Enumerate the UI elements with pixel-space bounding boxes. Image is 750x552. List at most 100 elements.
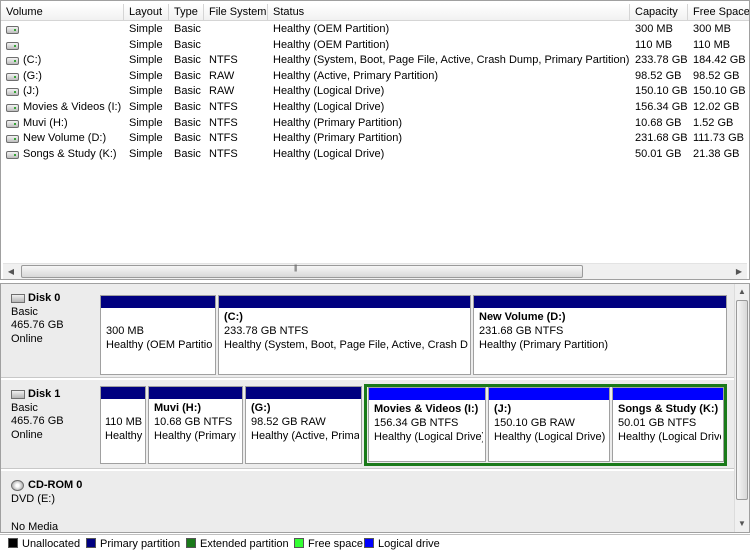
disk-0-row[interactable]: Disk 0 Basic 465.76 GB Online 300 MB Hea… [1,284,734,378]
volume-status: Healthy (Primary Partition) [273,132,402,145]
table-row[interactable]: (C:) Simple Basic NTFS Healthy (System, … [1,53,749,69]
column-free-space[interactable]: Free Space [688,4,749,21]
disk-name: CD-ROM 0 [28,479,83,491]
volume-name: New Volume (D:) [23,132,107,145]
volume-status: Healthy (Active, Primary Partition) [273,69,439,82]
scroll-left-icon[interactable]: ◀ [3,264,19,279]
table-row[interactable]: Simple Basic Healthy (OEM Partition) 110… [1,38,749,54]
volume-free-space: 111.73 GB [693,132,744,145]
volume-layout: Simple [129,116,163,129]
partition-k[interactable]: Songs & Study (K:) 50.01 GB NTFS Healthy… [612,387,724,462]
legend: Unallocated Primary partition Extended p… [0,534,750,552]
partition-size: 50.01 GB NTFS [618,417,697,429]
partition-size: 231.68 GB NTFS [479,325,564,337]
partition-size: 98.52 GB RAW [251,416,326,428]
disk-media: No Media [11,521,59,533]
volume-file-system: RAW [209,69,235,82]
legend-label: Free space [308,538,364,550]
legend-swatch [86,538,96,548]
column-type[interactable]: Type [169,4,204,21]
vertical-scroll-thumb[interactable] [736,300,748,500]
volume-status: Healthy (OEM Partition) [273,23,390,35]
column-capacity[interactable]: Capacity [630,4,688,21]
column-layout[interactable]: Layout [124,4,169,21]
disk-state: Online [11,428,43,441]
partition-h[interactable]: Muvi (H:) 10.68 GB NTFS Healthy (Primary… [148,386,243,464]
partition-name: (C:) [224,311,243,323]
partition-name [105,401,143,415]
cd-rom-icon [11,480,24,491]
table-row[interactable]: Muvi (H:) Simple Basic NTFS Healthy (Pri… [1,116,749,132]
volume-name [1,22,124,38]
volume-type: Basic [174,38,201,51]
volume-free-space: 98.52 GB [693,69,740,82]
partition-status: Healthy (Logical Drive) [494,431,606,443]
partition-size: 150.10 GB RAW [494,417,575,429]
disk-type: DVD (E:) [11,492,55,505]
cd-rom-0-info[interactable]: CD-ROM 0 DVD (E:) No Media [11,479,96,533]
partition-d[interactable]: New Volume (D:) 231.68 GB NTFS Healthy (… [473,295,727,375]
volume-layout: Simple [129,132,163,145]
disk-1-info[interactable]: Disk 1 Basic 465.76 GB Online [11,388,96,442]
scroll-right-icon[interactable]: ▶ [731,264,747,279]
table-row[interactable]: New Volume (D:) Simple Basic NTFS Health… [1,131,749,147]
volume-capacity: 98.52 GB [635,69,682,82]
partition-bar [101,296,215,308]
partition-status: Healthy (Logical Drive) [618,431,721,443]
column-status[interactable]: Status [268,4,630,21]
volume-layout: Simple [129,85,163,98]
partition-i[interactable]: Movies & Videos (I:) 156.34 GB NTFS Heal… [368,387,486,462]
partition-bar [489,388,609,400]
legend-label: Logical drive [378,538,440,550]
volume-layout: Simple [129,23,163,35]
legend-swatch [186,538,196,548]
disk-state: Online [11,332,43,345]
table-row[interactable]: (J:) Simple Basic RAW Healthy (Logical D… [1,84,749,100]
vertical-scrollbar[interactable]: ▲ ▼ [734,284,749,532]
volume-type: Basic [174,23,201,35]
partition-bar [101,387,145,399]
partition-c[interactable]: (C:) 233.78 GB NTFS Healthy (System, Boo… [218,295,471,375]
partition-name: New Volume (D:) [479,311,566,323]
volume-status: Healthy (Logical Drive) [273,100,385,113]
partition-size: 110 MB [105,416,143,428]
table-row[interactable]: Simple Basic Healthy (OEM Partition) 300… [1,22,749,38]
volume-capacity: 300 MB [635,23,673,35]
partition-oem-300mb[interactable]: 300 MB Healthy (OEM Partition) [100,295,216,375]
scroll-up-icon[interactable]: ▲ [735,284,749,300]
column-volume[interactable]: Volume [1,4,124,21]
volume-name: Muvi (H:) [23,116,68,129]
partition-j[interactable]: (J:) 150.10 GB RAW Healthy (Logical Driv… [488,387,610,462]
partition-oem-110mb[interactable]: 110 MB Healthy (OEM Partition) [100,386,146,464]
volume-file-system: RAW [209,85,235,98]
table-row[interactable]: (G:) Simple Basic RAW Healthy (Active, P… [1,69,749,85]
horizontal-scrollbar[interactable]: ◀ ▶ [3,263,747,279]
partition-name: (J:) [494,403,512,415]
scroll-down-icon[interactable]: ▼ [735,516,749,532]
partition-g[interactable]: (G:) 98.52 GB RAW Healthy (Active, Prima… [245,386,362,464]
volume-type: Basic [174,69,201,82]
table-row[interactable]: Songs & Study (K:) Simple Basic NTFS Hea… [1,147,749,163]
volume-status: Healthy (Logical Drive) [273,85,385,98]
volume-file-system: NTFS [209,54,238,67]
legend-swatch [8,538,18,548]
volume-free-space: 184.42 GB [693,54,746,67]
partition-status: Healthy (Logical Drive) [374,431,483,443]
legend-extended-partition: Extended partition [186,538,289,550]
volume-file-system [204,22,268,38]
volume-type: Basic [174,132,201,145]
cd-rom-0-row[interactable]: CD-ROM 0 DVD (E:) No Media [1,471,734,533]
column-file-system[interactable]: File System [204,4,268,21]
disk-name: Disk 1 [28,388,61,400]
disk-0-info[interactable]: Disk 0 Basic 465.76 GB Online [11,292,96,346]
legend-primary-partition: Primary partition [86,538,180,550]
table-row[interactable]: Movies & Videos (I:) Simple Basic NTFS H… [1,100,749,116]
volume-status: Healthy (OEM Partition) [273,38,390,51]
volume-file-system: NTFS [209,132,238,145]
volume-type: Basic [174,85,201,98]
disk-1-row[interactable]: Disk 1 Basic 465.76 GB Online 110 MB Hea… [1,380,734,469]
horizontal-scroll-thumb[interactable] [21,265,583,278]
volume-layout: Simple [129,147,163,160]
partition-name: (G:) [251,402,271,414]
legend-logical-drive: Logical drive [364,538,440,550]
